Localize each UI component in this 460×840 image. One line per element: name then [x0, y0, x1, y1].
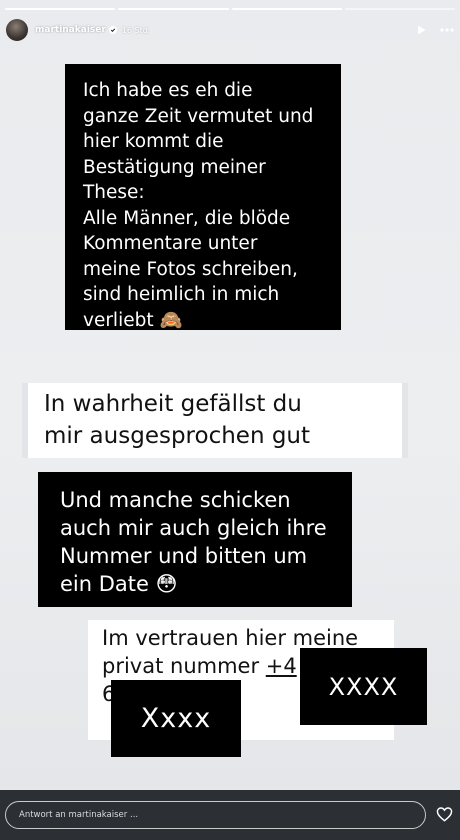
play-icon[interactable] [417, 25, 426, 35]
heart-icon[interactable] [436, 806, 453, 826]
text-line: In wahrheit gefällst du [44, 391, 302, 417]
more-icon[interactable] [440, 28, 454, 32]
progress-segment [5, 8, 116, 10]
quoted-comment: In wahrheit gefällst du mir ausgesproche… [22, 383, 408, 458]
redaction-box-left: Xxxx [111, 680, 241, 757]
bracket-left [22, 383, 28, 458]
text-line: auch mir auch gleich ihre [60, 516, 327, 540]
text-line: mir ausgesprochen gut [44, 423, 311, 449]
text-line: Bestätigung meiner [83, 156, 266, 178]
number-label: privat nummer [102, 654, 266, 678]
progress-segment [231, 8, 342, 10]
avatar[interactable] [6, 19, 28, 41]
text-line: Ich habe es eh die [83, 80, 253, 101]
text-line: Kommentare unter [83, 233, 258, 254]
text-line: hier kommt die [83, 131, 224, 152]
redaction-box-right: XXXX [300, 648, 427, 725]
text-line: sind heimlich in mich [83, 284, 280, 305]
text-line: These: [83, 182, 145, 203]
bracket-right [402, 383, 408, 458]
reply-placeholder: Antwort an martinakaiser ... [19, 810, 139, 820]
text-line: Alle Männer, die blöde [83, 207, 291, 229]
text-line: ein Date 😳 [60, 572, 178, 596]
text-block-intro: Ich habe es eh die ganze Zeit vermutet u… [65, 64, 341, 331]
text-line: meine Fotos schreiben, [83, 258, 298, 280]
text-line: Nummer und bitten um [60, 544, 308, 568]
reply-input[interactable]: Antwort an martinakaiser ... [5, 801, 426, 829]
phone-number-partial: +4 [265, 654, 297, 678]
post-time: 16 Std. [121, 25, 151, 35]
text-line: Und manche schicken [60, 488, 291, 512]
text-block-date: Und manche schicken auch mir auch gleich… [38, 472, 352, 607]
story-canvas[interactable]: martinakaiser 16 Std. Ich habe es eh die… [0, 0, 460, 790]
progress-segment [344, 8, 455, 10]
verified-icon [108, 26, 117, 34]
text-line: verliebt 🙈 [83, 309, 183, 331]
text-line: ganze Zeit vermutet und [83, 105, 314, 127]
progress-segment [118, 8, 229, 10]
story-progress-bar [5, 8, 455, 10]
username[interactable]: martinakaiser [35, 25, 106, 35]
story-header: martinakaiser 16 Std. [6, 18, 454, 42]
